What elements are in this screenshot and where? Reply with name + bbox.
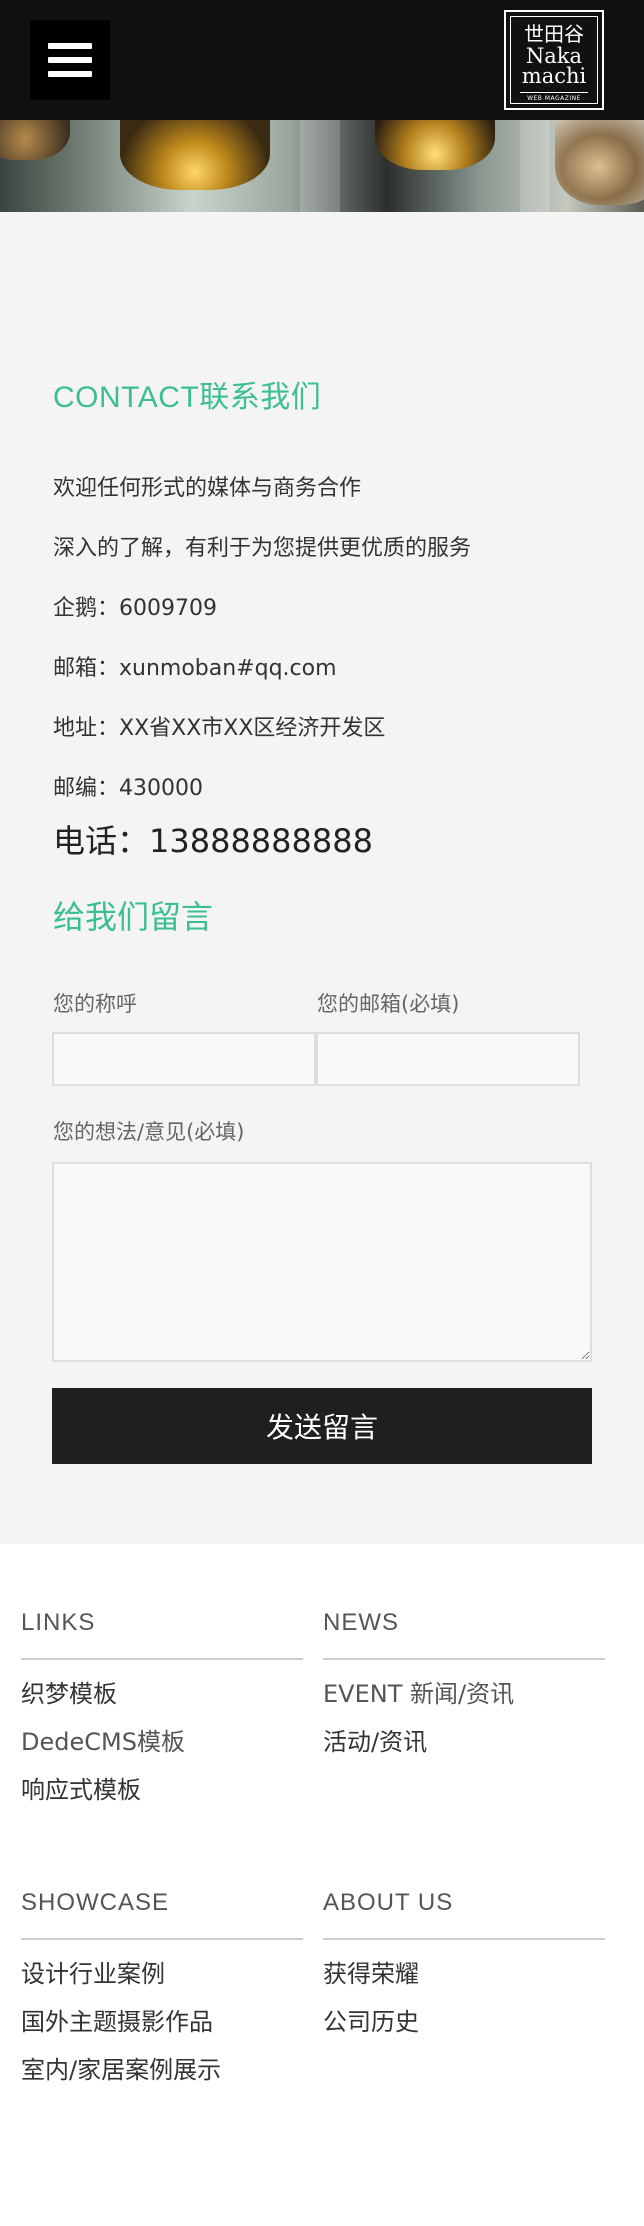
list-item: 活动/资讯 xyxy=(323,1718,605,1766)
welcome-text: 欢迎任何形式的媒体与商务合作 xyxy=(53,476,362,501)
footer-link-dedecms[interactable]: DedeCMS模板 xyxy=(21,1728,185,1756)
submit-message-button[interactable]: 发送留言 xyxy=(52,1388,592,1464)
message-label: 您的想法/意见(必填) xyxy=(53,1120,245,1144)
list-item: 国外主题摄影作品 xyxy=(21,1998,303,2046)
contact-section: CONTACT联系我们 欢迎任何形式的媒体与商务合作 深入的了解，有利于为您提供… xyxy=(0,212,644,1544)
menu-bar xyxy=(48,71,92,77)
footer-link-zhimeng[interactable]: 织梦模板 xyxy=(21,1680,117,1708)
banner-lamp xyxy=(555,120,644,205)
name-input[interactable] xyxy=(52,1032,316,1086)
list-item: 获得荣耀 xyxy=(323,1950,605,1998)
menu-bar xyxy=(48,57,92,63)
hamburger-menu-icon[interactable] xyxy=(30,20,110,100)
qq-text: 企鹅：6009709 xyxy=(53,596,217,621)
list-item: EVENT 新闻/资讯 xyxy=(323,1670,605,1718)
footer-links-list: 织梦模板 DedeCMS模板 响应式模板 xyxy=(21,1670,303,1814)
list-item: 织梦模板 xyxy=(21,1670,303,1718)
banner-lamp xyxy=(375,120,495,170)
footer-showcase-heading: SHOWCASE xyxy=(21,1888,303,1940)
message-form-title: 给我们留言 xyxy=(53,898,214,936)
list-item: 设计行业案例 xyxy=(21,1950,303,1998)
contact-title: CONTACT联系我们 xyxy=(53,381,322,414)
footer-link-history[interactable]: 公司历史 xyxy=(323,2008,419,2036)
banner-lamp xyxy=(0,120,70,160)
email-text: 邮箱：xunmoban#qq.com xyxy=(53,656,337,681)
phone-text: 电话：13888888888 xyxy=(53,822,373,860)
name-label: 您的称呼 xyxy=(53,992,137,1016)
list-item: 公司历史 xyxy=(323,1998,605,2046)
list-item: 室内/家居案例展示 xyxy=(21,2046,303,2094)
footer-news-heading: NEWS xyxy=(323,1608,605,1660)
site-header: 世田谷 Naka machi WEB MAGAZINE xyxy=(0,0,644,120)
footer-link-activities[interactable]: 活动/资讯 xyxy=(323,1728,427,1756)
footer-showcase-column: SHOWCASE 设计行业案例 国外主题摄影作品 室内/家居案例展示 xyxy=(21,1888,303,2094)
footer-showcase-list: 设计行业案例 国外主题摄影作品 室内/家居案例展示 xyxy=(21,1950,303,2094)
footer-link-interior[interactable]: 室内/家居案例展示 xyxy=(21,2056,221,2084)
message-textarea[interactable] xyxy=(52,1162,592,1362)
email-label: 您的邮箱(必填) xyxy=(317,992,460,1016)
logo-rule xyxy=(520,92,588,93)
footer-about-column: ABOUT US 获得荣耀 公司历史 xyxy=(323,1888,605,2046)
list-item: 响应式模板 xyxy=(21,1766,303,1814)
banner-lamp xyxy=(120,120,270,190)
footer-link-design-cases[interactable]: 设计行业案例 xyxy=(21,1960,165,1988)
footer-about-heading: ABOUT US xyxy=(323,1888,605,1940)
footer-link-honors[interactable]: 获得荣耀 xyxy=(323,1960,419,1988)
footer-links-column: LINKS 织梦模板 DedeCMS模板 响应式模板 xyxy=(21,1608,303,1814)
footer-news-column: NEWS EVENT 新闻/资讯 活动/资讯 xyxy=(323,1608,605,1766)
service-text: 深入的了解，有利于为您提供更优质的服务 xyxy=(53,536,472,561)
logo-tagline: WEB MAGAZINE xyxy=(527,95,581,102)
email-input[interactable] xyxy=(316,1032,580,1086)
footer-about-list: 获得荣耀 公司历史 xyxy=(323,1950,605,2046)
menu-bar xyxy=(48,43,92,49)
banner-highlight xyxy=(300,120,340,212)
banner-highlight xyxy=(520,120,550,212)
address-text: 地址：XX省XX市XX区经济开发区 xyxy=(53,716,386,741)
zip-text: 邮编：430000 xyxy=(53,776,203,801)
logo-kanji: 世田谷 xyxy=(524,22,584,46)
site-logo[interactable]: 世田谷 Naka machi WEB MAGAZINE xyxy=(504,10,604,110)
logo-line-2: machi xyxy=(521,64,587,88)
list-item: DedeCMS模板 xyxy=(21,1718,303,1766)
footer-link-photography[interactable]: 国外主题摄影作品 xyxy=(21,2008,213,2036)
footer-news-list: EVENT 新闻/资讯 活动/资讯 xyxy=(323,1670,605,1766)
hero-banner-image xyxy=(0,120,644,212)
footer-links-heading: LINKS xyxy=(21,1608,303,1660)
footer-link-event-news[interactable]: EVENT 新闻/资讯 xyxy=(323,1680,514,1708)
footer-link-responsive[interactable]: 响应式模板 xyxy=(21,1776,141,1804)
